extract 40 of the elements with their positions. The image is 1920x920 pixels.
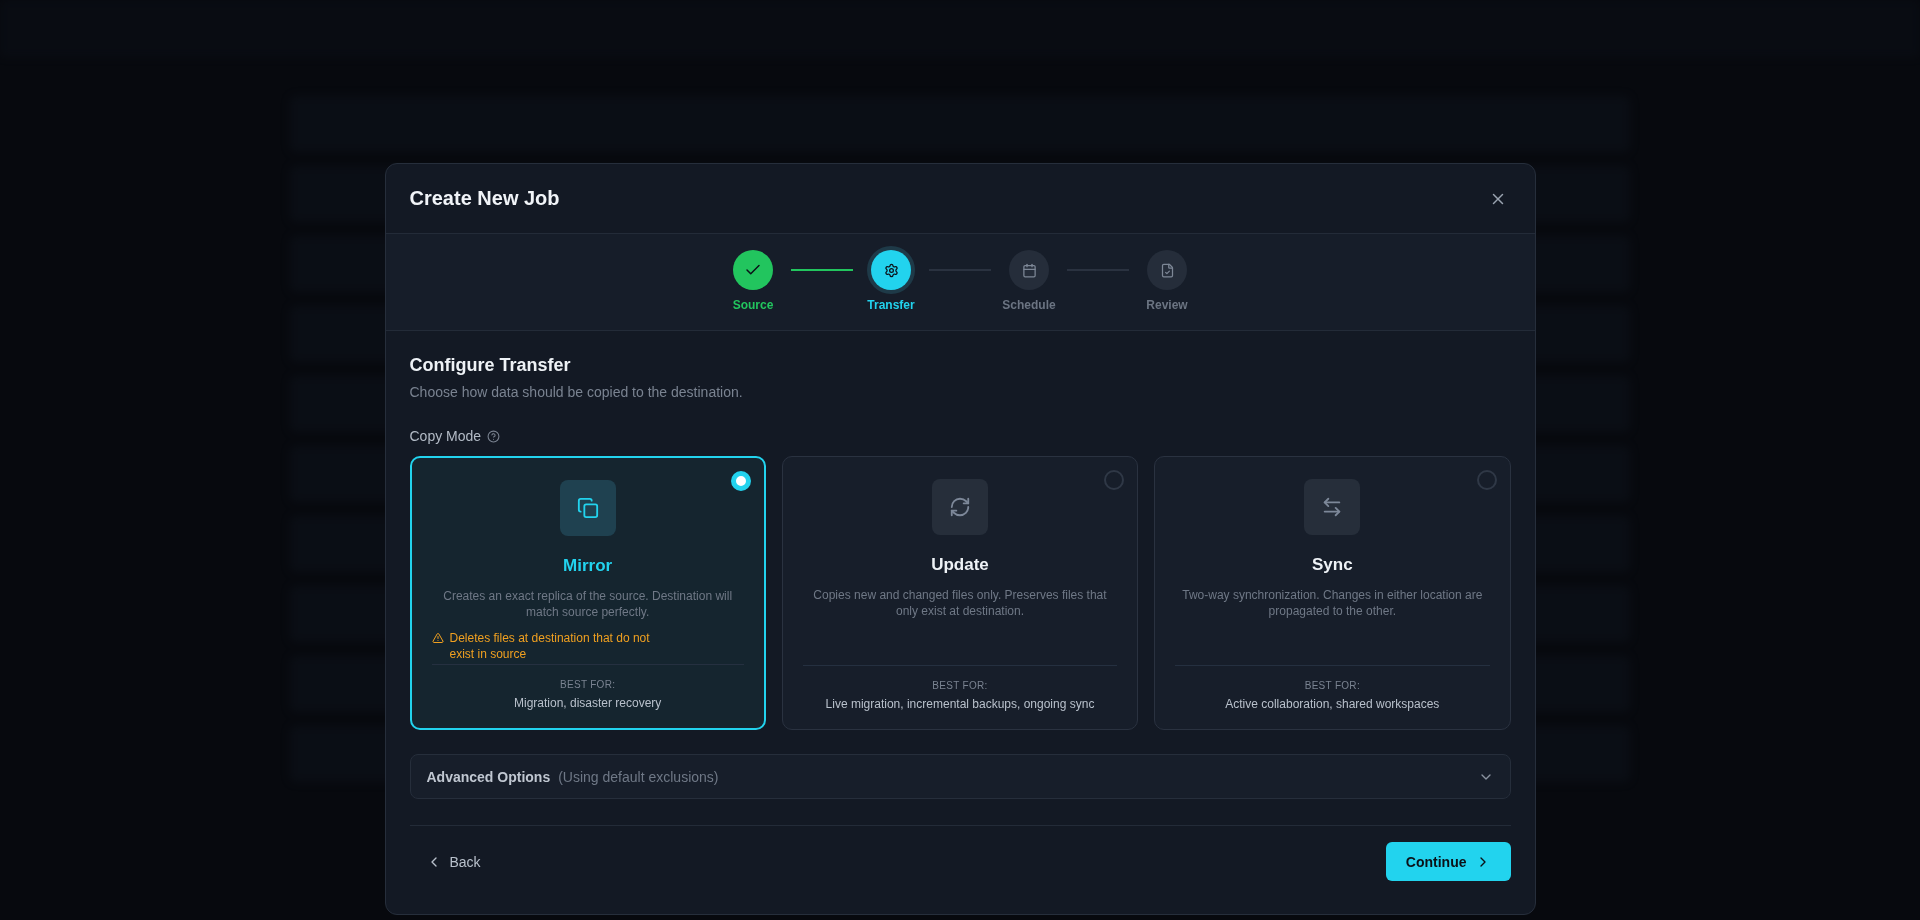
mode-description: Copies new and changed files only. Preserves files that only exist at destination. <box>812 587 1108 619</box>
best-for-text: Live migration, incremental backups, ongoing sync <box>825 697 1095 711</box>
step-label: Schedule <box>1002 298 1056 312</box>
section-subtitle: Choose how data should be copied to the destination. <box>409 384 744 400</box>
radio-button[interactable] <box>730 471 751 491</box>
best-for-label: BEST FOR: <box>560 679 616 690</box>
step-circle[interactable] <box>871 250 911 290</box>
copy-icon <box>576 497 599 519</box>
mode-card[interactable]: Sync Two-way synchronization. Changes in either location are propagated to the other. BEST FOR: Active collaboration, shared workspaces <box>1154 456 1511 730</box>
step-label: Review <box>1146 298 1188 312</box>
warning-text: Deletes files at destination that do not exist in source <box>449 630 651 662</box>
radio-button[interactable] <box>1476 470 1497 490</box>
mode-title: Sync <box>1312 555 1353 575</box>
best-for-label: BEST FOR: <box>932 680 988 691</box>
document-check-icon <box>1159 262 1175 278</box>
field-label: Copy Mode <box>409 428 482 444</box>
mode-title: Mirror <box>563 556 613 576</box>
refresh-icon <box>949 496 971 518</box>
best-for-text: Active collaboration, shared workspaces <box>1225 697 1440 711</box>
mode-description: Creates an exact replica of the source. Destination will match source perfectly. <box>442 588 734 620</box>
best-for-label: BEST FOR: <box>1304 680 1360 691</box>
help-icon[interactable] <box>487 429 501 443</box>
step-label: Transfer <box>867 298 915 312</box>
section-title: Configure Transfer <box>409 355 572 376</box>
gear-icon <box>883 262 899 278</box>
continue-button[interactable]: Continue <box>1385 842 1511 881</box>
step-circle[interactable] <box>733 250 773 290</box>
step-label: Source <box>732 298 774 312</box>
warning-icon <box>431 632 444 644</box>
mode-description: Two-way synchronization. Changes in either location are propagated to the other. <box>1181 587 1484 619</box>
back-button[interactable]: Back <box>409 845 497 878</box>
mode-card[interactable]: Mirror Creates an exact replica of the source. Destination will match source perfectly. Deletes files at destination that do not exist in source BEST FOR: Migration, disaster recovery <box>409 456 766 730</box>
advanced-options-toggle[interactable]: Advanced Options (Using default exclusions) <box>409 754 1511 799</box>
mode-title: Update <box>931 555 989 575</box>
calendar-icon <box>1021 262 1037 278</box>
radio-button[interactable] <box>1104 470 1125 490</box>
best-for-text: Migration, disaster recovery <box>513 696 662 710</box>
step-circle[interactable] <box>1147 250 1187 290</box>
dialog-title: Create New Job <box>409 187 560 210</box>
mode-card[interactable]: Update Copies new and changed files only. Preserves files that only exist at destination. BEST FOR: Live migration, incremental backups, ongoing sync <box>781 456 1139 730</box>
